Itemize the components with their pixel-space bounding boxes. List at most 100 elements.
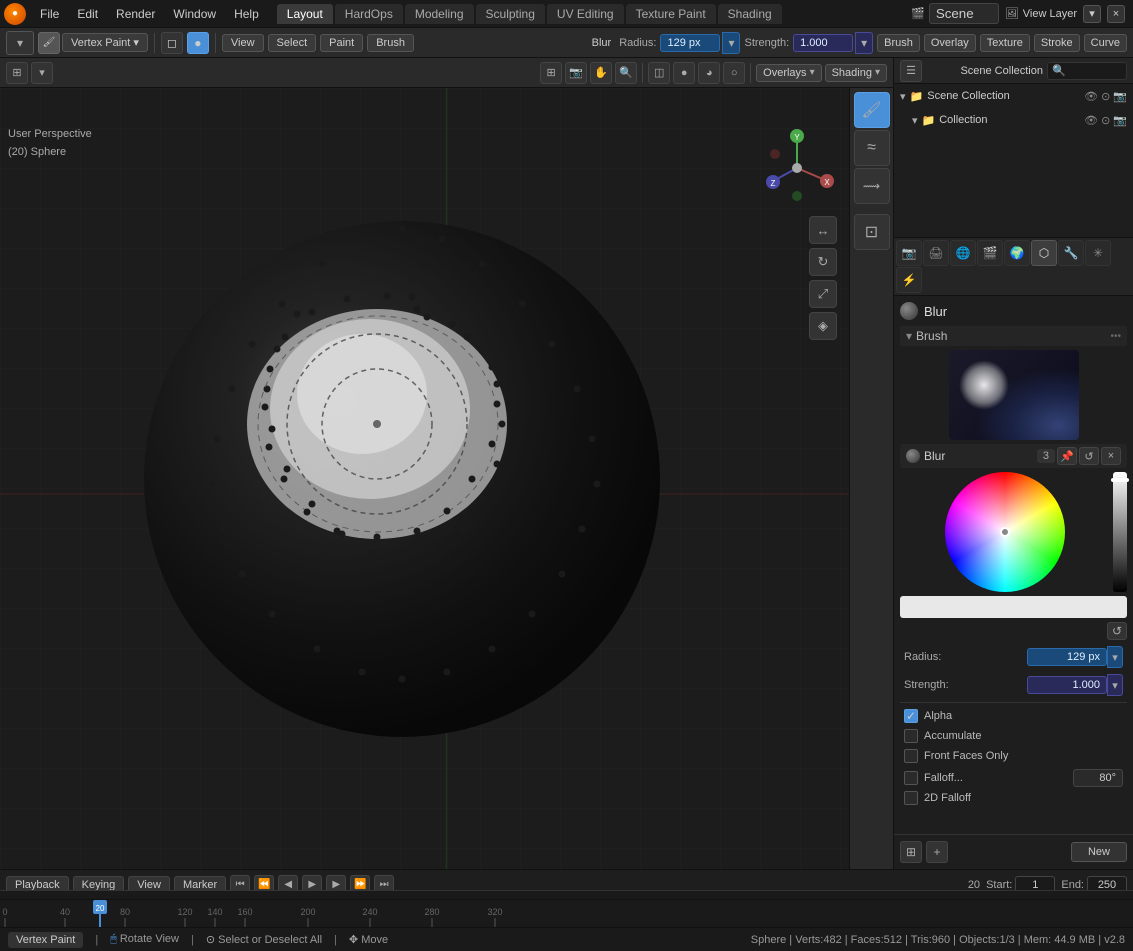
menu-file[interactable]: File [32,5,67,23]
rendered-shading[interactable]: ○ [723,62,745,84]
radius-input[interactable] [660,34,720,52]
outliner-scene-collection[interactable]: ▾ 📁 Scene Collection 👁 ⊙ 📷 [894,84,1133,108]
collection-camera-icon[interactable]: 📷 [1113,90,1127,103]
alpha-checkbox[interactable]: ✓ [904,709,918,723]
stroke-dropdown[interactable]: Stroke [1034,34,1080,52]
mode-icon[interactable]: ▾ [6,31,34,55]
gizmo-rotate-btn[interactable]: ↻ [809,248,837,276]
new-data-btn[interactable]: New [1071,842,1127,862]
viewport-mode-icon[interactable]: ⊞ [6,62,28,84]
strength-prop-value[interactable]: 1.000 [1027,676,1107,694]
tool-soften[interactable]: ≈ [854,130,890,166]
grid-icon[interactable]: ⊞ [540,62,562,84]
scene-options[interactable]: ▾ [1083,5,1101,23]
props-particles-icon[interactable]: ✳ [1085,240,1111,266]
tab-modeling[interactable]: Modeling [405,4,474,24]
coll-eye-icon[interactable]: 👁 [1084,114,1098,127]
gizmo-scale-btn[interactable]: ⤢ [809,280,837,308]
zoom-icon[interactable]: 🔍 [615,62,637,84]
gizmo-ortho-btn[interactable]: ◈ [809,312,837,340]
brush-dropdown[interactable]: Brush [877,34,920,52]
outliner-collection[interactable]: ▾ 📁 Collection 👁 ⊙ 📷 [906,108,1133,132]
overlay-dropdown[interactable]: Overlay [924,34,976,52]
close-btn[interactable]: × [1107,5,1125,23]
mode-selector[interactable]: Vertex Paint ▾ [62,33,148,52]
tab-texture-paint[interactable]: Texture Paint [626,4,716,24]
menu-help[interactable]: Help [226,5,267,23]
tool-select-box[interactable]: ⊡ [854,214,890,250]
material-shading[interactable]: ◕ [698,62,720,84]
color-reload-btn[interactable]: ↺ [1107,622,1127,640]
scene-name-input[interactable] [929,3,999,24]
collection-eye-icon[interactable]: 👁 [1084,90,1098,103]
strength-decrement[interactable]: ▾ [855,32,873,54]
props-physics-icon[interactable]: ⚡ [896,267,922,293]
coll-exclude-icon[interactable]: ⊙ [1101,114,1110,127]
menu-window[interactable]: Window [165,5,224,23]
coll-render-icon[interactable]: 📷 [1113,114,1127,127]
tab-hardops[interactable]: HardOps [335,4,403,24]
props-render-icon[interactable]: 📷 [896,240,922,266]
radius-decrement[interactable]: ▾ [722,32,740,54]
tab-layout[interactable]: Layout [277,4,333,24]
radius-down-btn[interactable]: ▾ [1107,646,1123,668]
props-object-icon[interactable]: ⬡ [1031,240,1057,266]
nav-gizmo[interactable]: Y X Z [757,128,837,208]
color-wheel[interactable] [945,472,1065,592]
solid-shading[interactable]: ● [673,62,695,84]
hand-icon[interactable]: ✋ [590,62,612,84]
radius-prop-value[interactable]: 129 px [1027,648,1107,666]
vp-select-btn[interactable]: Select [268,34,317,52]
front-faces-checkbox[interactable] [904,749,918,763]
collection-restrict-icon[interactable]: ⊙ [1101,90,1110,103]
outliner-search[interactable] [1047,62,1127,80]
camera-icon[interactable]: 📷 [565,62,587,84]
props-modifier-icon[interactable]: 🔧 [1058,240,1084,266]
gizmo-move-btn[interactable]: ↔ [809,216,837,244]
tab-sculpting[interactable]: Sculpting [476,4,545,24]
vp-brush-btn[interactable]: Brush [367,34,414,52]
viewport-canvas[interactable]: User Perspective (20) Sphere Y X [0,88,893,869]
brush-pin-btn[interactable]: 📌 [1057,447,1077,465]
accumulate-checkbox[interactable] [904,729,918,743]
blender-logo[interactable]: ● [4,3,26,25]
falloff-value[interactable]: 80° [1073,769,1123,787]
brush-reload-btn[interactable]: ↺ [1079,447,1099,465]
color-wheel-wrapper[interactable] [900,472,1109,592]
shading-btn[interactable]: Shading ▾ [825,64,887,82]
props-options-icon[interactable]: ⊞ [900,841,922,863]
falloff-checkbox[interactable] [904,771,918,785]
curve-dropdown[interactable]: Curve [1084,34,1127,52]
2d-falloff-checkbox[interactable] [904,791,918,805]
texture-dropdown[interactable]: Texture [980,34,1030,52]
color-preview-swatch[interactable] [900,596,1127,618]
props-add-btn[interactable]: + [926,841,948,863]
brightness-slider[interactable] [1113,472,1127,592]
strength-down-btn[interactable]: ▾ [1107,674,1123,696]
draw-mode-icon[interactable]: ◻ [161,32,183,54]
menu-render[interactable]: Render [108,5,163,23]
outliner-mode-icon[interactable]: ☰ [900,60,922,82]
props-world-icon[interactable]: 🌍 [1004,240,1030,266]
props-scene-icon[interactable]: 🎬 [977,240,1003,266]
brush-section-label[interactable]: ▾ Brush ••• [900,326,1127,346]
strength-input[interactable] [793,34,853,52]
tab-uv-editing[interactable]: UV Editing [547,4,624,24]
timeline-ruler[interactable]: 0 40 80 120 140 160 200 240 280 320 20 [0,899,1133,927]
wireframe-shading[interactable]: ◫ [648,62,670,84]
vp-view-btn[interactable]: View [222,34,264,52]
brush-close-btn[interactable]: × [1101,447,1121,465]
tab-shading[interactable]: Shading [718,4,782,24]
vertex-paint-icon[interactable]: 🖌 [38,32,60,54]
props-output-icon[interactable]: 🖨 [923,240,949,266]
paint-mode-icon[interactable]: ● [187,32,209,54]
tool-smear[interactable]: ⟿ [854,168,890,204]
brush-toolbar: ▾ 🖌 Vertex Paint ▾ ◻ ● View Select Paint… [0,28,1133,58]
props-view-layer-icon[interactable]: 🌐 [950,240,976,266]
brush-section-more[interactable]: ••• [1110,331,1121,342]
tool-draw[interactable]: 🖌 [854,92,890,128]
overlays-btn[interactable]: Overlays ▾ [756,64,821,82]
viewport-render-icon[interactable]: ▾ [31,62,53,84]
vp-paint-btn[interactable]: Paint [320,34,363,52]
menu-edit[interactable]: Edit [69,5,106,23]
